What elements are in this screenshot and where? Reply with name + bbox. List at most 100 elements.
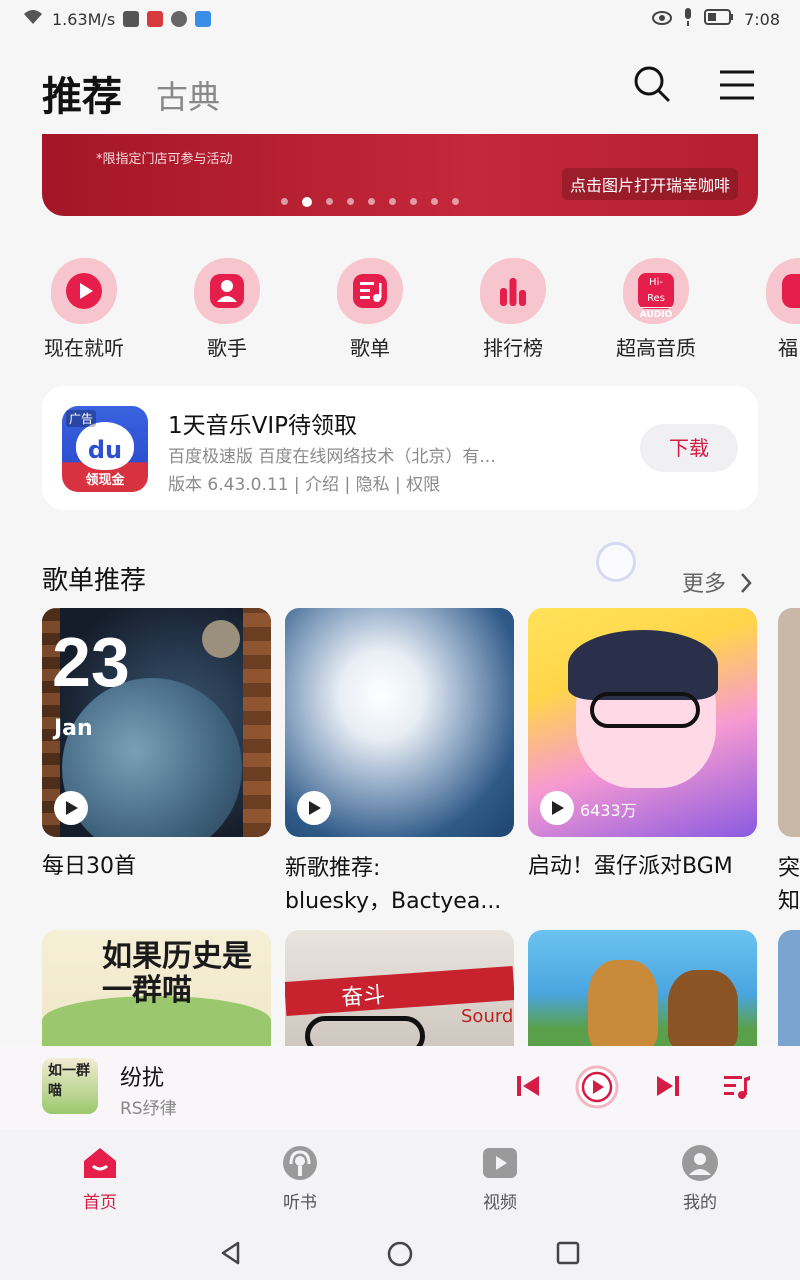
quick-nav-hires[interactable]: Hi-Res AUDIO 超高音质 bbox=[596, 258, 716, 361]
nav-label: 我的 bbox=[683, 1193, 717, 1213]
baidu-app-logo: du 领现金 广告 bbox=[62, 406, 148, 492]
hi-res-badge-bottom: AUDIO bbox=[639, 310, 673, 320]
recents-icon[interactable] bbox=[556, 1241, 580, 1265]
menu-icon[interactable] bbox=[718, 64, 758, 104]
character-glasses-art bbox=[590, 692, 700, 728]
loading-indicator bbox=[596, 542, 636, 582]
playlist-card-boonie-bears[interactable] bbox=[528, 930, 757, 1046]
playlist-title[interactable]: 启动！蛋仔派对BGM bbox=[528, 850, 733, 883]
video-record-icon bbox=[123, 11, 140, 27]
clock: 7:08 bbox=[744, 9, 780, 29]
quick-nav-benefit[interactable]: 福 bbox=[740, 258, 800, 361]
playlist-card-cats[interactable]: 如果历史是一群喵 bbox=[42, 930, 271, 1046]
bottom-nav: 首页 听书 视频 我的 bbox=[0, 1130, 800, 1220]
chevron-right-icon bbox=[741, 573, 752, 593]
wifi-icon bbox=[22, 8, 44, 30]
playlist-title-line: 知 bbox=[778, 889, 800, 914]
download-button[interactable]: 下载 bbox=[640, 424, 738, 472]
quick-nav-label: 福 bbox=[778, 336, 798, 360]
song-title: 纷扰 bbox=[120, 1066, 165, 1091]
headband-text: 奋斗 bbox=[340, 983, 387, 1012]
play-icon[interactable] bbox=[297, 791, 331, 825]
playlist-title-line: bluesky，Bactyea... bbox=[285, 889, 502, 914]
play-icon[interactable] bbox=[54, 791, 88, 825]
more-label: 更多 bbox=[682, 572, 727, 597]
more-link[interactable]: 更多 bbox=[682, 566, 753, 598]
tab-recommend[interactable]: 推荐 bbox=[42, 64, 122, 122]
bookshelf-art bbox=[243, 608, 271, 837]
playlist-card-bear[interactable]: 奋斗 Sourd bbox=[285, 930, 514, 1046]
battery-icon bbox=[704, 9, 734, 29]
pager-dot[interactable] bbox=[410, 198, 417, 205]
date-day: 23 bbox=[52, 623, 130, 701]
quick-nav: 现在就听 歌手 歌单 排行榜 Hi-Res AUDIO 超高音质 福 bbox=[0, 258, 800, 368]
playlist-icon bbox=[337, 258, 403, 324]
quick-nav-label: 现在就听 bbox=[44, 336, 124, 360]
previous-icon[interactable] bbox=[508, 1066, 548, 1106]
playlist-title[interactable]: 突 知 bbox=[778, 852, 800, 918]
search-icon[interactable] bbox=[632, 64, 672, 104]
pager-dot[interactable] bbox=[452, 198, 459, 205]
system-navigation-bar bbox=[0, 1220, 800, 1280]
playlist-title-line: 新歌推荐: bbox=[285, 856, 381, 881]
playlist-card-partial[interactable] bbox=[778, 608, 800, 837]
bear-art bbox=[588, 960, 658, 1046]
book-text: Sourd bbox=[461, 1006, 514, 1027]
quick-nav-playlist[interactable]: 歌单 bbox=[310, 258, 430, 361]
ad-meta[interactable]: 版本 6.43.0.11 | 介绍 | 隐私 | 权限 bbox=[168, 470, 440, 495]
nav-label: 听书 bbox=[283, 1193, 317, 1213]
pager-dot[interactable] bbox=[347, 198, 354, 205]
nav-video[interactable]: 视频 bbox=[460, 1144, 540, 1213]
next-icon[interactable] bbox=[648, 1066, 688, 1106]
queue-icon[interactable] bbox=[718, 1066, 758, 1106]
home-circle-icon[interactable] bbox=[386, 1240, 414, 1268]
playlist-title[interactable]: 新歌推荐: bluesky，Bactyea... bbox=[285, 852, 514, 918]
banner-cta[interactable]: 点击图片打开瑞幸咖啡 bbox=[561, 168, 738, 200]
network-speed: 1.63M/s bbox=[52, 9, 116, 29]
baidu-paw-icon: du bbox=[76, 422, 134, 470]
quick-nav-label: 歌单 bbox=[350, 336, 390, 360]
nav-home[interactable]: 首页 bbox=[60, 1144, 140, 1213]
quick-nav-listen-now[interactable]: 现在就听 bbox=[24, 258, 144, 361]
quick-nav-charts[interactable]: 排行榜 bbox=[453, 258, 573, 361]
tab-classical[interactable]: 古典 bbox=[156, 72, 220, 118]
ad-card[interactable]: du 领现金 广告 1天音乐VIP待领取 百度极速版 百度在线网络技术（北京）有… bbox=[42, 386, 758, 510]
benefit-icon bbox=[766, 258, 800, 324]
playlist-card-eggy-party[interactable]: 6433万 bbox=[528, 608, 757, 837]
playlist-title[interactable]: 每日30首 bbox=[42, 850, 136, 883]
play-count: 6433万 bbox=[580, 801, 637, 820]
hi-res-icon: Hi-Res AUDIO bbox=[623, 258, 689, 324]
banner-pager bbox=[42, 197, 758, 207]
pager-dot[interactable] bbox=[389, 198, 396, 205]
ad-subtitle: 百度极速版 百度在线网络技术（北京）有... bbox=[168, 447, 496, 467]
pager-dot[interactable] bbox=[281, 198, 288, 205]
video-icon bbox=[481, 1144, 519, 1182]
shield-icon bbox=[171, 11, 188, 27]
quick-nav-label: 排行榜 bbox=[483, 336, 543, 360]
nav-label: 首页 bbox=[83, 1193, 117, 1213]
promo-banner[interactable]: *限指定门店可参与活动 点击图片打开瑞幸咖啡 bbox=[42, 134, 758, 216]
nav-audiobooks[interactable]: 听书 bbox=[260, 1144, 340, 1213]
eye-icon bbox=[652, 10, 673, 29]
section-title: 歌单推荐 bbox=[42, 566, 147, 596]
quick-nav-singer[interactable]: 歌手 bbox=[167, 258, 287, 361]
cover-text: 如果历史是一群喵 bbox=[102, 939, 252, 1008]
pager-dot[interactable] bbox=[431, 198, 438, 205]
mini-player[interactable]: 如一群喵 纷扰 RS纾律 bbox=[0, 1046, 800, 1130]
play-pause-button[interactable] bbox=[574, 1064, 620, 1110]
avatar-icon bbox=[681, 1144, 719, 1182]
pager-dot[interactable] bbox=[368, 198, 375, 205]
back-icon[interactable] bbox=[218, 1240, 244, 1266]
pager-dot[interactable] bbox=[302, 197, 312, 207]
play-icon[interactable] bbox=[540, 791, 574, 825]
home-icon bbox=[81, 1144, 119, 1182]
now-playing-cover[interactable]: 如一群喵 bbox=[42, 1058, 98, 1114]
podcast-icon bbox=[281, 1144, 319, 1182]
nav-profile[interactable]: 我的 bbox=[660, 1144, 740, 1213]
playlist-card-partial[interactable] bbox=[778, 930, 800, 1046]
playlist-card-daily[interactable]: 23 Jan bbox=[42, 608, 271, 837]
ad-title: 1天音乐VIP待领取 bbox=[168, 413, 358, 439]
playlist-card-new-songs[interactable] bbox=[285, 608, 514, 837]
pager-dot[interactable] bbox=[326, 198, 333, 205]
artist-name: RS纾律 bbox=[120, 1099, 177, 1119]
